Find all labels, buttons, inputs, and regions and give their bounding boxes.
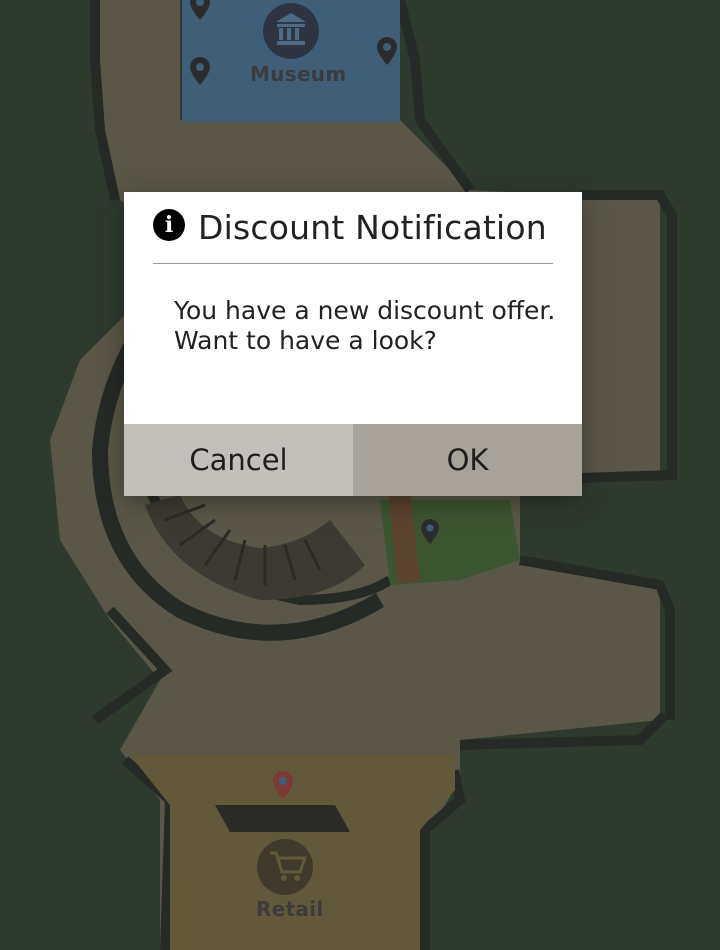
discount-dialog: i Discount Notification You have a new d… xyxy=(124,192,582,496)
dialog-message: You have a new discount offer. Want to h… xyxy=(174,296,558,356)
dialog-message-line-1: You have a new discount offer. xyxy=(174,296,556,325)
info-icon: i xyxy=(153,208,185,241)
cancel-button[interactable]: Cancel xyxy=(124,424,353,496)
dialog-header: i Discount Notification xyxy=(153,192,553,264)
dialog-title: Discount Notification xyxy=(198,208,547,247)
ok-button[interactable]: OK xyxy=(353,424,582,496)
dialog-message-line-2: Want to have a look? xyxy=(174,326,437,355)
dialog-button-row: Cancel OK xyxy=(124,424,582,496)
